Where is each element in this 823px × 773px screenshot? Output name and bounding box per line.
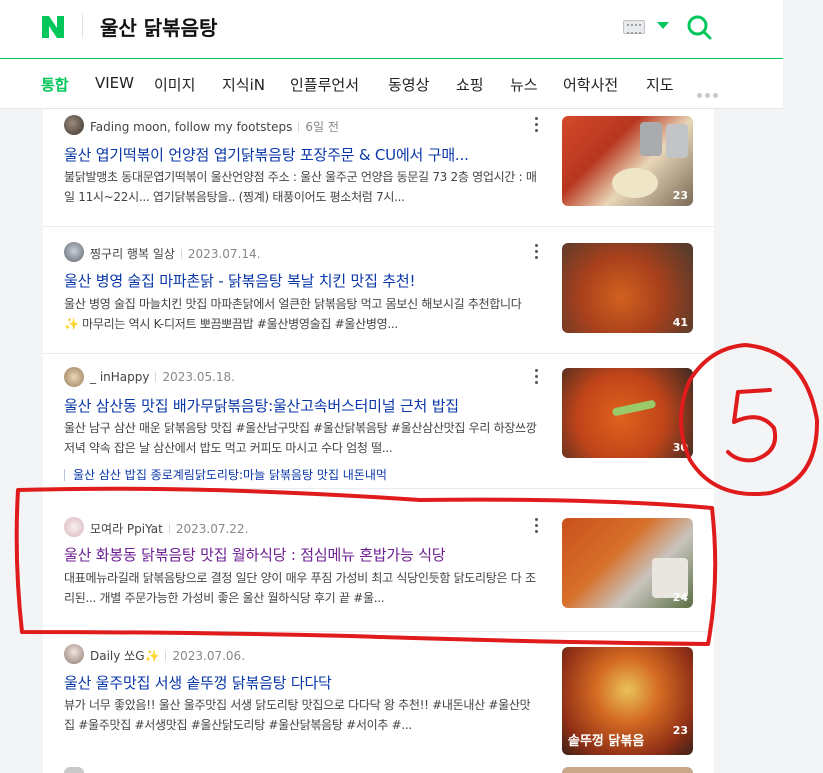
can-image (666, 124, 688, 158)
result-title[interactable]: 울산 삼산동 맛집 배가무닭볶음탕:울산고속버스터미널 근처 밥집 (64, 395, 539, 416)
thumbnail-caption: 솥뚜껑 닭볶음 (568, 734, 645, 749)
tab-kin[interactable]: 지식iN (222, 74, 265, 95)
result-title[interactable]: 울산 울주맛집 서생 솥뚜껑 닭볶음탕 다다닥 (64, 672, 539, 693)
search-results-page: 울산 닭볶음탕 통합 VIEW 이미지 지식iN 인플루언서 동영상 쇼핑 뉴스… (0, 0, 823, 773)
search-tabs: 통합 VIEW 이미지 지식iN 인플루언서 동영상 쇼핑 뉴스 어학사전 지도 (0, 59, 783, 109)
author-line[interactable]: 찡구리 행복 일상 2023.07.14. (90, 245, 260, 262)
post-date: 2023.05.18. (155, 370, 235, 384)
scallion-image (611, 399, 657, 417)
author-name[interactable]: Fading moon, follow my footsteps (90, 120, 292, 134)
author-name[interactable]: _ inHappy (90, 370, 149, 384)
post-date: 2023.07.22. (169, 522, 249, 536)
author-name[interactable]: Daily 쏘G✨ (90, 649, 159, 663)
post-date: 6일 전 (298, 120, 339, 134)
tab-news[interactable]: 뉴스 (510, 74, 538, 95)
avatar[interactable] (64, 644, 84, 664)
post-date: 2023.07.06. (165, 649, 245, 663)
header-divider (82, 14, 83, 38)
search-query-input[interactable]: 울산 닭볶음탕 (100, 12, 217, 41)
list-item: _ inHappy 2023.05.18. 울산 삼산동 맛집 배가무닭볶음탕:울… (43, 354, 714, 488)
result-description: 울산 병영 술집 마늘치킨 맛집 마파촌닭에서 얼큰한 닭볶음탕 먹고 몸보신 … (64, 297, 522, 331)
more-options-icon[interactable] (533, 369, 541, 385)
tab-integrated[interactable]: 통합 (41, 74, 69, 95)
result-thumbnail[interactable]: 30 (562, 368, 693, 458)
image-count: 23 (672, 724, 688, 737)
tab-view[interactable]: VIEW (95, 74, 134, 92)
author-name[interactable]: 모여라 PpiYat (90, 522, 163, 536)
result-thumbnail[interactable]: 솥뚜껑 닭볶음 23 (562, 647, 693, 755)
tab-dictionary[interactable]: 어학사전 (563, 74, 618, 95)
annotation-number-five (726, 388, 777, 463)
results-list: Fading moon, follow my footsteps 6일 전 울산 … (43, 109, 714, 773)
result-thumbnail[interactable]: 41 (562, 243, 693, 333)
image-count: 24 (672, 591, 688, 604)
result-title[interactable]: 울산 병영 술집 마파촌닭 - 닭볶음탕 복날 치킨 맛집 추천! (64, 270, 539, 291)
post-date: 2023.07.14. (181, 247, 261, 261)
more-tabs-icon[interactable] (697, 83, 723, 98)
chevron-down-icon[interactable] (657, 22, 669, 29)
result-title[interactable]: 울산 엽기떡볶이 언양점 엽기닭볶음탕 포장주문 & CU에서 구매... (64, 144, 539, 165)
image-count: 41 (672, 316, 688, 329)
bowl-image (612, 168, 658, 198)
avatar (64, 767, 84, 773)
author-line[interactable]: 모여라 PpiYat 2023.07.22. (90, 520, 248, 537)
image-count: 23 (672, 189, 688, 202)
avatar[interactable] (64, 115, 84, 135)
result-title[interactable]: 울산 화봉동 닭볶음탕 맛집 월하식당 : 점심메뉴 혼밥가능 식당 (64, 544, 539, 565)
more-options-icon[interactable] (533, 117, 541, 133)
result-description: 울산 남구 삼산 매운 닭볶음탕 맛집 #울산남구맛집 #울산닭볶음탕 #울산삼… (64, 421, 537, 455)
tab-video[interactable]: 동영상 (388, 74, 429, 95)
tab-shopping[interactable]: 쇼핑 (456, 74, 484, 95)
author-name[interactable]: 찡구리 행복 일상 (90, 247, 175, 261)
author-line[interactable]: _ inHappy 2023.05.18. (90, 370, 235, 384)
author-line[interactable]: Daily 쏘G✨ 2023.07.06. (90, 647, 245, 664)
naver-logo-icon[interactable] (40, 14, 66, 40)
result-thumbnail[interactable]: 23 (562, 116, 693, 206)
result-thumbnail (562, 767, 693, 773)
avatar[interactable] (64, 517, 84, 537)
search-header: 울산 닭볶음탕 (0, 0, 783, 58)
search-icon[interactable] (686, 14, 712, 40)
result-description: 대표메뉴라길래 닭볶음탕으로 결정 일단 양이 매우 푸짐 가성비 최고 식당인… (64, 571, 536, 605)
result-description: 뷰가 너무 좋았음!! 울산 울주맛집 서생 닭도리탕 맛집으로 다다닥 왕 추… (64, 698, 531, 732)
image-count: 30 (672, 441, 688, 454)
tab-images[interactable]: 이미지 (154, 74, 195, 95)
list-item: 찡구리 행복 일상 2023.07.14. 울산 병영 술집 마파촌닭 - 닭볶음… (43, 227, 714, 353)
can-image (640, 122, 662, 156)
result-thumbnail[interactable]: 24 (562, 518, 693, 608)
related-post-link[interactable]: 울산 삼산 밥집 종로계림닭도리탕:마늘 닭볶음탕 맛집 내돈내먹 (64, 466, 387, 483)
result-description: 불닭발맹초 동대문엽기떡볶이 울산언양점 주소 : 울산 울주군 언양읍 동문길… (64, 170, 537, 204)
tab-map[interactable]: 지도 (646, 74, 674, 95)
list-item: 모여라 PpiYat 2023.07.22. 울산 화봉동 닭볶음탕 맛집 월하식… (43, 489, 714, 616)
more-options-icon[interactable] (533, 518, 541, 534)
avatar[interactable] (64, 367, 84, 387)
list-item: Fading moon, follow my footsteps 6일 전 울산 … (43, 109, 714, 226)
tab-influencer[interactable]: 인플루언서 (290, 74, 359, 95)
keyboard-icon[interactable] (623, 20, 645, 34)
list-item: Daily 쏘G✨ 2023.07.06. 울산 울주맛집 서생 솥뚜껑 닭볶음탕… (43, 632, 714, 773)
more-options-icon[interactable] (533, 244, 541, 260)
avatar[interactable] (64, 242, 84, 262)
author-line[interactable]: Fading moon, follow my footsteps 6일 전 (90, 118, 339, 135)
